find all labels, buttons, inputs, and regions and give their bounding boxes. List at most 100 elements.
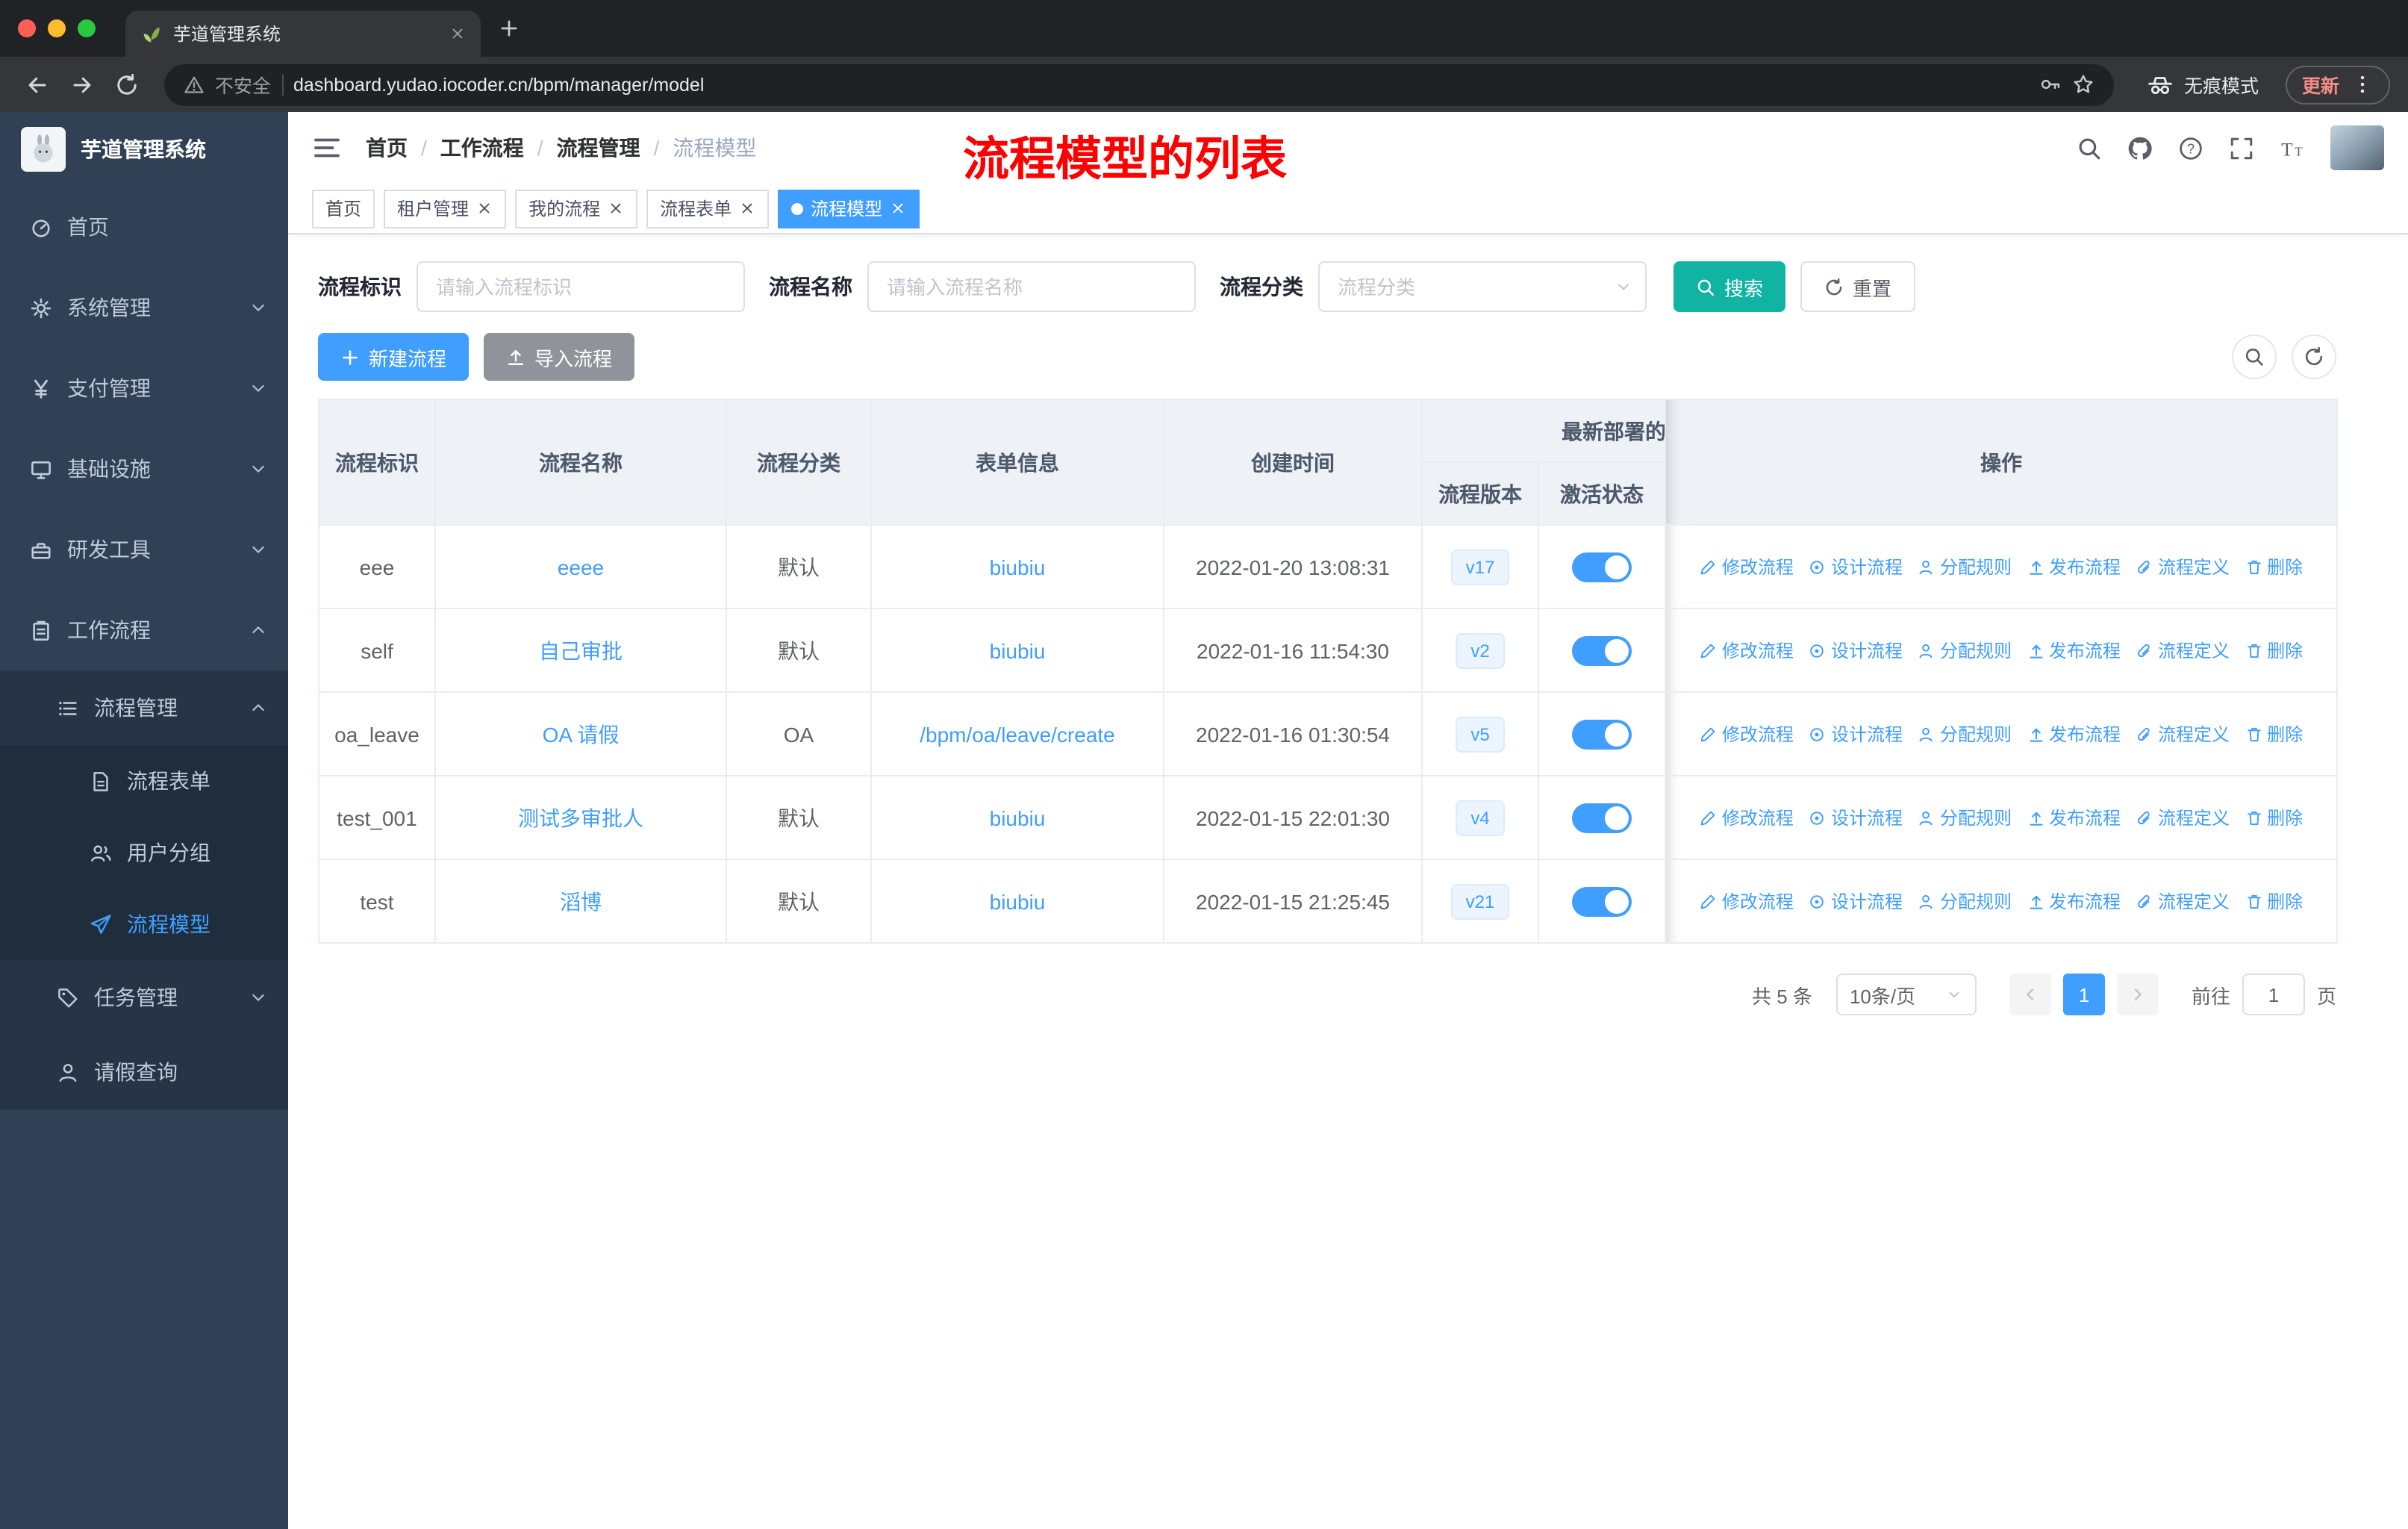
delete-process-link[interactable]: 删除 — [2245, 554, 2303, 579]
breadcrumb-item-1[interactable]: 工作流程 — [440, 133, 524, 163]
design-process-link[interactable]: 设计流程 — [1809, 554, 1903, 579]
delete-process-link[interactable]: 删除 — [2245, 805, 2303, 830]
page-1-button[interactable]: 1 — [2062, 974, 2105, 1015]
next-page-button[interactable] — [2116, 974, 2159, 1015]
sidebar-item-infrastructure[interactable]: 基础设施 — [0, 429, 288, 509]
create-process-button[interactable]: 新建流程 — [318, 333, 470, 381]
breadcrumb-item-0[interactable]: 首页 — [366, 133, 408, 163]
fullscreen-icon[interactable] — [2229, 135, 2254, 161]
view-tab-process-form[interactable]: 流程表单 — [646, 189, 770, 228]
assign-rules-link[interactable]: 分配规则 — [1918, 805, 2012, 830]
edit-process-link[interactable]: 修改流程 — [1700, 805, 1794, 830]
goto-page-input[interactable] — [2242, 974, 2305, 1015]
process-definition-link[interactable]: 流程定义 — [2136, 805, 2230, 830]
form-info-link[interactable]: /bpm/oa/leave/create — [920, 722, 1115, 746]
assign-rules-link[interactable]: 分配规则 — [1918, 721, 2012, 747]
close-icon[interactable] — [739, 200, 755, 217]
view-tab-tenant-mgmt[interactable]: 租户管理 — [384, 189, 507, 228]
publish-process-link[interactable]: 发布流程 — [2027, 805, 2121, 830]
font-size-icon[interactable] — [2280, 135, 2305, 161]
publish-process-link[interactable]: 发布流程 — [2027, 888, 2121, 914]
sidebar-item-leave-query[interactable]: 请假查询 — [0, 1035, 288, 1109]
process-definition-link[interactable]: 流程定义 — [2136, 554, 2230, 579]
breadcrumb-item-2[interactable]: 流程管理 — [557, 133, 640, 163]
sidebar-item-process-model[interactable]: 流程模型 — [0, 888, 288, 960]
close-window-button[interactable] — [18, 19, 36, 37]
assign-rules-link[interactable]: 分配规则 — [1918, 554, 2012, 579]
process-name-link[interactable]: eeee — [558, 555, 604, 579]
design-process-link[interactable]: 设计流程 — [1809, 638, 1903, 663]
active-toggle[interactable] — [1572, 803, 1632, 832]
edit-process-link[interactable]: 修改流程 — [1700, 638, 1794, 663]
delete-process-link[interactable]: 删除 — [2245, 638, 2303, 663]
sidebar-item-home[interactable]: 首页 — [0, 187, 288, 267]
back-button[interactable] — [18, 65, 57, 104]
view-tab-process-model[interactable]: 流程模型 — [778, 189, 920, 228]
edit-process-link[interactable]: 修改流程 — [1700, 721, 1794, 747]
browser-tab[interactable]: 芋道管理系统 — [125, 10, 481, 57]
zoom-window-button[interactable] — [78, 19, 96, 37]
delete-process-link[interactable]: 删除 — [2245, 888, 2303, 914]
form-info-link[interactable]: biubiu — [990, 555, 1046, 579]
sidebar-item-system-mgmt[interactable]: 系统管理 — [0, 267, 288, 348]
menu-dots-icon[interactable] — [2351, 73, 2374, 96]
update-button[interactable]: 更新 — [2285, 65, 2390, 104]
refresh-table-button[interactable] — [2292, 334, 2336, 379]
design-process-link[interactable]: 设计流程 — [1809, 805, 1903, 830]
process-name-link[interactable]: 滔博 — [560, 889, 602, 913]
process-name-link[interactable]: 自己审批 — [539, 638, 623, 662]
active-toggle[interactable] — [1572, 886, 1632, 916]
process-name-link[interactable]: 测试多审批人 — [518, 806, 643, 829]
design-process-link[interactable]: 设计流程 — [1809, 721, 1903, 747]
github-icon[interactable] — [2127, 135, 2153, 161]
close-icon[interactable] — [890, 200, 906, 217]
address-bar[interactable]: 不安全 dashboard.yudao.iocoder.cn/bpm/manag… — [164, 63, 2114, 105]
edit-process-link[interactable]: 修改流程 — [1700, 888, 1794, 914]
view-tab-home[interactable]: 首页 — [312, 189, 375, 228]
view-tab-my-process[interactable]: 我的流程 — [515, 189, 638, 228]
prev-page-button[interactable] — [2009, 974, 2051, 1015]
category-select-input[interactable] — [1320, 263, 1645, 311]
user-avatar[interactable] — [2330, 125, 2384, 170]
close-tab-icon[interactable] — [449, 25, 466, 42]
publish-process-link[interactable]: 发布流程 — [2027, 638, 2121, 663]
help-icon[interactable] — [2178, 135, 2203, 161]
assign-rules-link[interactable]: 分配规则 — [1918, 638, 2012, 663]
category-select[interactable] — [1318, 261, 1647, 312]
sidebar-item-process-mgmt[interactable]: 流程管理 — [0, 670, 288, 745]
new-tab-button[interactable] — [499, 18, 520, 39]
search-button[interactable]: 搜索 — [1674, 261, 1786, 312]
import-process-button[interactable]: 导入流程 — [484, 333, 635, 381]
design-process-link[interactable]: 设计流程 — [1809, 888, 1903, 914]
search-icon[interactable] — [2077, 135, 2102, 161]
close-icon[interactable] — [476, 200, 493, 217]
sidebar-item-workflow[interactable]: 工作流程 — [0, 590, 288, 670]
process-id-input[interactable] — [418, 263, 743, 311]
bookmark-star-icon[interactable] — [2072, 73, 2094, 96]
process-definition-link[interactable]: 流程定义 — [2136, 721, 2230, 747]
assign-rules-link[interactable]: 分配规则 — [1918, 888, 2012, 914]
process-definition-link[interactable]: 流程定义 — [2136, 888, 2230, 914]
app-logo[interactable]: 芋道管理系统 — [0, 112, 288, 187]
hamburger-icon[interactable] — [312, 133, 342, 163]
delete-process-link[interactable]: 删除 — [2245, 721, 2303, 747]
reset-button[interactable]: 重置 — [1800, 261, 1916, 312]
minimize-window-button[interactable] — [48, 19, 66, 37]
key-icon[interactable] — [2039, 73, 2062, 96]
active-toggle[interactable] — [1572, 719, 1632, 749]
form-info-link[interactable]: biubiu — [990, 806, 1046, 829]
process-definition-link[interactable]: 流程定义 — [2136, 638, 2230, 663]
sidebar-item-process-form[interactable]: 流程表单 — [0, 745, 288, 817]
page-size-select[interactable]: 10条/页 — [1835, 974, 1977, 1015]
publish-process-link[interactable]: 发布流程 — [2027, 554, 2121, 579]
close-icon[interactable] — [608, 200, 624, 217]
form-info-link[interactable]: biubiu — [990, 889, 1046, 913]
forward-button[interactable] — [63, 65, 102, 104]
edit-process-link[interactable]: 修改流程 — [1700, 554, 1794, 579]
process-name-input[interactable] — [869, 263, 1194, 311]
form-info-link[interactable]: biubiu — [990, 638, 1046, 662]
sidebar-item-task-mgmt[interactable]: 任务管理 — [0, 960, 288, 1035]
sidebar-item-user-group[interactable]: 用户分组 — [0, 817, 288, 888]
sidebar-item-dev-tools[interactable]: 研发工具 — [0, 509, 288, 590]
sidebar-item-payment-mgmt[interactable]: 支付管理 — [0, 348, 288, 429]
